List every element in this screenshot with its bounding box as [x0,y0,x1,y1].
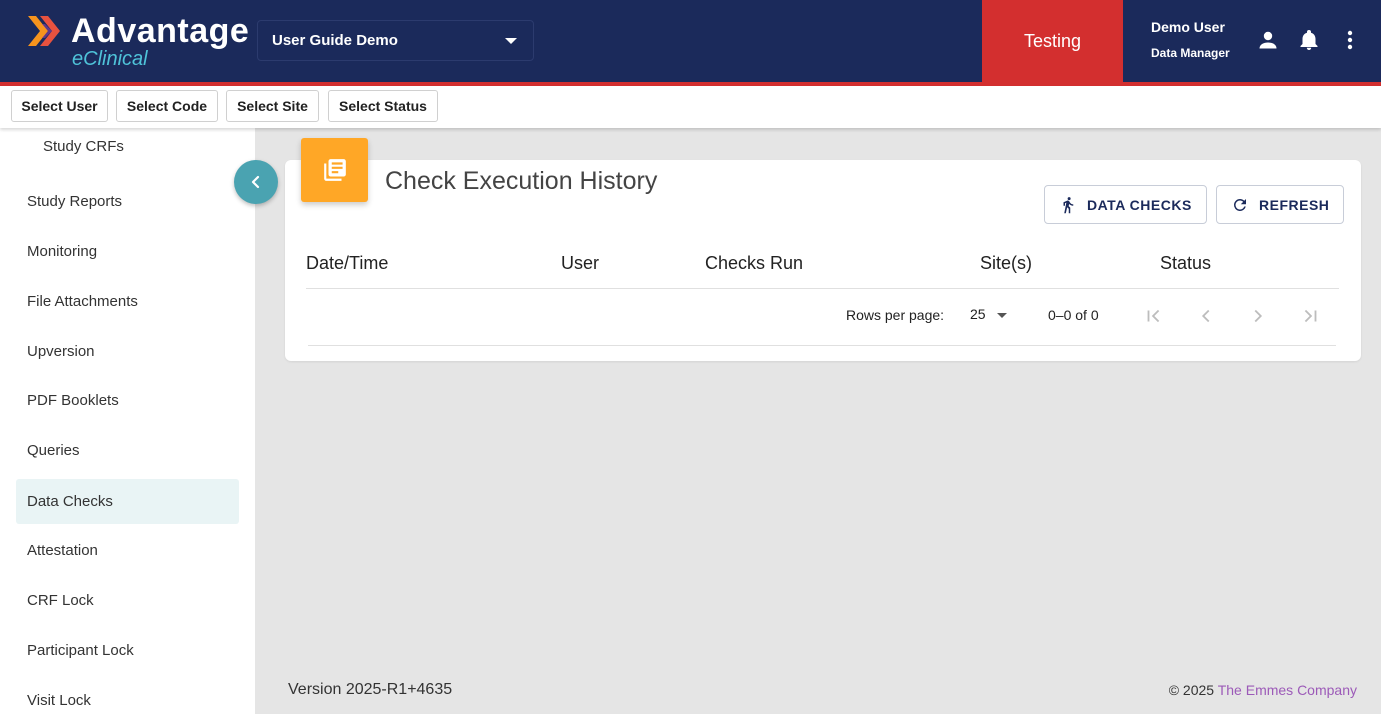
first-page-icon[interactable] [1143,305,1165,327]
sidebar-item-pdf-booklets[interactable]: PDF Booklets [16,378,239,423]
chevron-down-icon [505,38,517,44]
sidebar-item-participant-lock[interactable]: Participant Lock [16,628,239,673]
data-checks-button-label: DATA CHECKS [1087,196,1192,213]
rows-per-page-label: Rows per page: [846,307,945,323]
environment-badge: Testing [982,0,1123,82]
sidebar-item-monitoring[interactable]: Monitoring [16,229,239,274]
filter-bar: Select User Select Code Select Site Sele… [0,86,1381,128]
study-select-value: User Guide Demo [272,32,398,49]
sidebar-item-crf-lock[interactable]: CRF Lock [16,578,239,623]
user-name: Demo User [1151,19,1225,35]
select-site-button[interactable]: Select Site [226,90,319,122]
column-header-checks-run[interactable]: Checks Run [705,253,803,274]
next-page-icon[interactable] [1247,305,1269,327]
card-header-icon [301,138,368,202]
company-link[interactable]: The Emmes Company [1218,682,1357,698]
app-version: Version 2025-R1+4635 [288,681,453,698]
sidebar-item-file-attachments[interactable]: File Attachments [16,279,239,324]
data-checks-button[interactable]: DATA CHECKS [1044,185,1207,224]
refresh-button-label: REFRESH [1259,196,1330,213]
sidebar-item-visit-lock[interactable]: Visit Lock [16,678,239,714]
copyright: © 2025 The Emmes Company [1169,682,1357,698]
chevron-left-icon [251,175,260,189]
previous-page-icon[interactable] [1195,305,1217,327]
page-title: Check Execution History [385,167,658,195]
select-user-button[interactable]: Select User [11,90,108,122]
logo-chevrons-icon [28,16,60,46]
sidebar: Study CRFs Study Reports Monitoring File… [0,128,255,714]
sidebar-item-study-crfs[interactable]: Study CRFs [43,138,124,155]
sidebar-item-queries[interactable]: Queries [16,428,239,473]
column-header-datetime[interactable]: Date/Time [306,253,388,274]
table-footer-divider [308,345,1336,346]
column-header-user[interactable]: User [561,253,599,274]
logo-subtitle: eClinical [72,48,148,70]
chevron-down-icon [997,312,1008,318]
column-header-status[interactable]: Status [1160,253,1211,274]
study-select[interactable]: User Guide Demo [257,20,534,61]
bell-icon[interactable] [1297,28,1321,52]
pagination-range: 0–0 of 0 [1048,307,1099,323]
last-page-icon[interactable] [1299,305,1321,327]
rows-per-page-value: 25 [970,306,986,322]
more-vert-icon[interactable] [1338,28,1362,52]
sidebar-item-upversion[interactable]: Upversion [16,329,239,374]
copyright-text: © 2025 [1168,682,1215,698]
sidebar-item-attestation[interactable]: Attestation [16,528,239,573]
logo-title: Advantage [71,12,250,50]
logo: Advantage eClinical [28,12,250,72]
column-header-sites[interactable]: Site(s) [980,253,1032,274]
collapse-sidebar-button[interactable] [234,160,278,204]
run-icon [1063,196,1074,213]
account-icon[interactable] [1256,28,1280,52]
top-app-bar: Advantage eClinical User Guide Demo Test… [0,0,1381,82]
rows-per-page-select[interactable]: 25 [970,306,1008,322]
table-header-divider [306,288,1339,289]
select-status-button[interactable]: Select Status [328,90,438,122]
sidebar-item-data-checks[interactable]: Data Checks [16,479,239,524]
user-role: Data Manager [1151,46,1230,60]
refresh-button[interactable]: REFRESH [1216,185,1344,224]
sidebar-item-study-reports[interactable]: Study Reports [16,179,239,224]
select-code-button[interactable]: Select Code [116,90,218,122]
refresh-icon [1233,198,1246,211]
library-books-icon [323,159,346,181]
